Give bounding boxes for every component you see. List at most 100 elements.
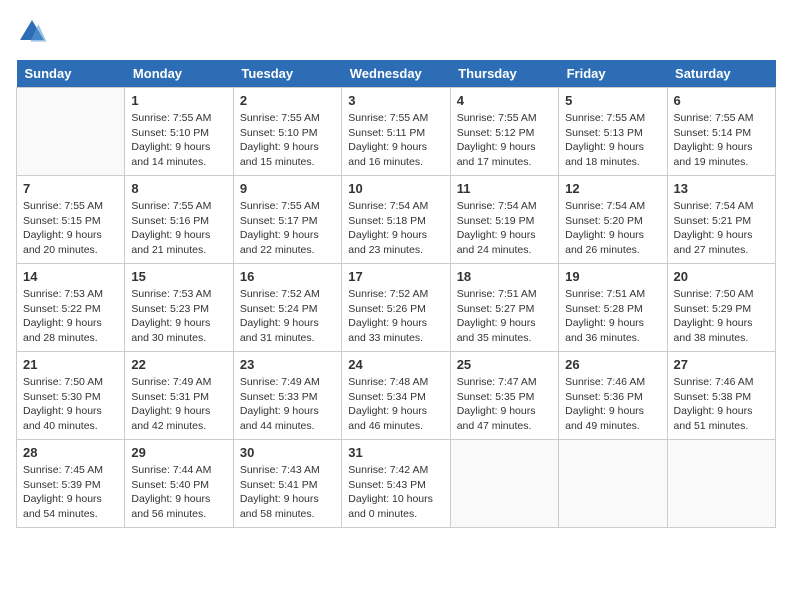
page-header	[16, 16, 776, 48]
calendar-day-cell: 10 Sunrise: 7:54 AMSunset: 5:18 PMDayligh…	[342, 176, 450, 264]
day-number: 28	[23, 445, 118, 460]
day-number: 9	[240, 181, 335, 196]
day-info: Sunrise: 7:55 AMSunset: 5:12 PMDaylight:…	[457, 111, 552, 170]
day-info: Sunrise: 7:45 AMSunset: 5:39 PMDaylight:…	[23, 463, 118, 522]
calendar-day-cell: 21 Sunrise: 7:50 AMSunset: 5:30 PMDayligh…	[17, 352, 125, 440]
day-info: Sunrise: 7:53 AMSunset: 5:22 PMDaylight:…	[23, 287, 118, 346]
calendar-day-cell: 2Sunrise: 7:55 AMSunset: 5:10 PMDaylight…	[233, 88, 341, 176]
day-number: 10	[348, 181, 443, 196]
logo	[16, 16, 52, 48]
calendar-week-row: 21 Sunrise: 7:50 AMSunset: 5:30 PMDayligh…	[17, 352, 776, 440]
day-number: 25	[457, 357, 552, 372]
weekday-header: Friday	[559, 60, 667, 88]
day-number: 24	[348, 357, 443, 372]
day-info: Sunrise: 7:44 AMSunset: 5:40 PMDaylight:…	[131, 463, 226, 522]
day-number: 16	[240, 269, 335, 284]
day-info: Sunrise: 7:53 AMSunset: 5:23 PMDaylight:…	[131, 287, 226, 346]
weekday-header: Monday	[125, 60, 233, 88]
day-number: 15	[131, 269, 226, 284]
calendar-day-cell: 29 Sunrise: 7:44 AMSunset: 5:40 PMDayligh…	[125, 440, 233, 528]
weekday-header: Sunday	[17, 60, 125, 88]
calendar-day-cell: 19 Sunrise: 7:51 AMSunset: 5:28 PMDayligh…	[559, 264, 667, 352]
day-number: 14	[23, 269, 118, 284]
weekday-header: Saturday	[667, 60, 775, 88]
day-info: Sunrise: 7:54 AMSunset: 5:20 PMDaylight:…	[565, 199, 660, 258]
calendar-day-cell	[17, 88, 125, 176]
calendar-day-cell: 23 Sunrise: 7:49 AMSunset: 5:33 PMDayligh…	[233, 352, 341, 440]
day-number: 1	[131, 93, 226, 108]
weekday-header-row: SundayMondayTuesdayWednesdayThursdayFrid…	[17, 60, 776, 88]
day-number: 11	[457, 181, 552, 196]
day-number: 8	[131, 181, 226, 196]
day-number: 23	[240, 357, 335, 372]
day-number: 7	[23, 181, 118, 196]
calendar-day-cell: 30 Sunrise: 7:43 AMSunset: 5:41 PMDayligh…	[233, 440, 341, 528]
calendar-table: SundayMondayTuesdayWednesdayThursdayFrid…	[16, 60, 776, 528]
day-info: Sunrise: 7:54 AMSunset: 5:18 PMDaylight:…	[348, 199, 443, 258]
calendar-day-cell	[450, 440, 558, 528]
day-info: Sunrise: 7:42 AMSunset: 5:43 PMDaylight:…	[348, 463, 443, 522]
calendar-day-cell: 14 Sunrise: 7:53 AMSunset: 5:22 PMDayligh…	[17, 264, 125, 352]
calendar-day-cell: 24Sunrise: 7:48 AMSunset: 5:34 PMDayligh…	[342, 352, 450, 440]
calendar-week-row: 1 Sunrise: 7:55 AMSunset: 5:10 PMDaylight…	[17, 88, 776, 176]
calendar-header: SundayMondayTuesdayWednesdayThursdayFrid…	[17, 60, 776, 88]
day-info: Sunrise: 7:55 AMSunset: 5:15 PMDaylight:…	[23, 199, 118, 258]
day-number: 21	[23, 357, 118, 372]
calendar-day-cell: 3 Sunrise: 7:55 AMSunset: 5:11 PMDaylight…	[342, 88, 450, 176]
day-info: Sunrise: 7:55 AMSunset: 5:13 PMDaylight:…	[565, 111, 660, 170]
day-info: Sunrise: 7:51 AMSunset: 5:28 PMDaylight:…	[565, 287, 660, 346]
day-number: 19	[565, 269, 660, 284]
weekday-header: Wednesday	[342, 60, 450, 88]
calendar-week-row: 7 Sunrise: 7:55 AMSunset: 5:15 PMDaylight…	[17, 176, 776, 264]
calendar-day-cell: 5Sunrise: 7:55 AMSunset: 5:13 PMDaylight…	[559, 88, 667, 176]
day-info: Sunrise: 7:54 AMSunset: 5:21 PMDaylight:…	[674, 199, 769, 258]
day-number: 22	[131, 357, 226, 372]
day-info: Sunrise: 7:55 AMSunset: 5:14 PMDaylight:…	[674, 111, 769, 170]
day-info: Sunrise: 7:55 AMSunset: 5:16 PMDaylight:…	[131, 199, 226, 258]
calendar-day-cell: 11 Sunrise: 7:54 AMSunset: 5:19 PMDayligh…	[450, 176, 558, 264]
calendar-day-cell	[559, 440, 667, 528]
calendar-day-cell: 6 Sunrise: 7:55 AMSunset: 5:14 PMDaylight…	[667, 88, 775, 176]
day-info: Sunrise: 7:47 AMSunset: 5:35 PMDaylight:…	[457, 375, 552, 434]
day-info: Sunrise: 7:46 AMSunset: 5:38 PMDaylight:…	[674, 375, 769, 434]
calendar-day-cell: 7 Sunrise: 7:55 AMSunset: 5:15 PMDaylight…	[17, 176, 125, 264]
day-info: Sunrise: 7:49 AMSunset: 5:33 PMDaylight:…	[240, 375, 335, 434]
day-number: 12	[565, 181, 660, 196]
calendar-day-cell: 27Sunrise: 7:46 AMSunset: 5:38 PMDayligh…	[667, 352, 775, 440]
day-info: Sunrise: 7:55 AMSunset: 5:11 PMDaylight:…	[348, 111, 443, 170]
weekday-header: Tuesday	[233, 60, 341, 88]
day-number: 31	[348, 445, 443, 460]
calendar-day-cell: 28 Sunrise: 7:45 AMSunset: 5:39 PMDayligh…	[17, 440, 125, 528]
day-info: Sunrise: 7:43 AMSunset: 5:41 PMDaylight:…	[240, 463, 335, 522]
day-info: Sunrise: 7:54 AMSunset: 5:19 PMDaylight:…	[457, 199, 552, 258]
calendar-day-cell: 13 Sunrise: 7:54 AMSunset: 5:21 PMDayligh…	[667, 176, 775, 264]
calendar-week-row: 14 Sunrise: 7:53 AMSunset: 5:22 PMDayligh…	[17, 264, 776, 352]
day-number: 18	[457, 269, 552, 284]
calendar-day-cell: 17Sunrise: 7:52 AMSunset: 5:26 PMDayligh…	[342, 264, 450, 352]
day-info: Sunrise: 7:46 AMSunset: 5:36 PMDaylight:…	[565, 375, 660, 434]
calendar-day-cell: 20 Sunrise: 7:50 AMSunset: 5:29 PMDayligh…	[667, 264, 775, 352]
day-number: 3	[348, 93, 443, 108]
day-info: Sunrise: 7:52 AMSunset: 5:24 PMDaylight:…	[240, 287, 335, 346]
day-info: Sunrise: 7:51 AMSunset: 5:27 PMDaylight:…	[457, 287, 552, 346]
day-number: 26	[565, 357, 660, 372]
day-info: Sunrise: 7:50 AMSunset: 5:29 PMDaylight:…	[674, 287, 769, 346]
day-number: 17	[348, 269, 443, 284]
day-info: Sunrise: 7:50 AMSunset: 5:30 PMDaylight:…	[23, 375, 118, 434]
calendar-body: 1 Sunrise: 7:55 AMSunset: 5:10 PMDaylight…	[17, 88, 776, 528]
calendar-day-cell: 26 Sunrise: 7:46 AMSunset: 5:36 PMDayligh…	[559, 352, 667, 440]
logo-icon	[16, 16, 48, 48]
calendar-day-cell	[667, 440, 775, 528]
calendar-day-cell: 31 Sunrise: 7:42 AMSunset: 5:43 PMDayligh…	[342, 440, 450, 528]
day-number: 6	[674, 93, 769, 108]
day-info: Sunrise: 7:55 AMSunset: 5:10 PMDaylight:…	[131, 111, 226, 170]
day-number: 30	[240, 445, 335, 460]
calendar-day-cell: 22Sunrise: 7:49 AMSunset: 5:31 PMDayligh…	[125, 352, 233, 440]
day-number: 4	[457, 93, 552, 108]
day-number: 13	[674, 181, 769, 196]
day-number: 20	[674, 269, 769, 284]
calendar-day-cell: 15 Sunrise: 7:53 AMSunset: 5:23 PMDayligh…	[125, 264, 233, 352]
day-info: Sunrise: 7:55 AMSunset: 5:10 PMDaylight:…	[240, 111, 335, 170]
day-number: 29	[131, 445, 226, 460]
calendar-day-cell: 16 Sunrise: 7:52 AMSunset: 5:24 PMDayligh…	[233, 264, 341, 352]
